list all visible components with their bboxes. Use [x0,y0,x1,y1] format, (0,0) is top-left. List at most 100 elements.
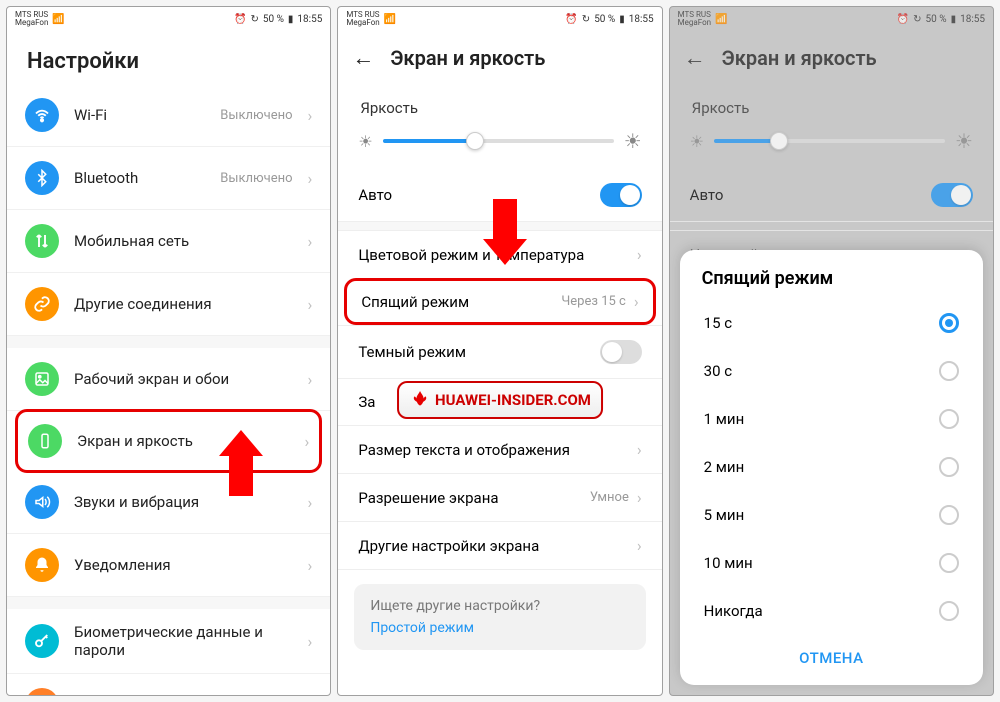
alarm-icon: ⏰ [234,14,246,25]
settings-item-bluetooth[interactable]: Bluetooth Выключено › [7,147,330,210]
option-label: 15 с [704,314,732,332]
battery-icon: ▮ [951,14,957,25]
page-title: Экран и яркость [722,46,877,70]
setting-text-size[interactable]: Размер текста и отображения › [338,425,661,473]
option-5min[interactable]: 5 мин [680,491,983,539]
item-label: Bluetooth [74,169,205,187]
sun-high-icon: ☀ [955,129,973,153]
brightness-label: Яркость [670,81,993,123]
huawei-logo-icon [409,389,431,411]
cancel-button[interactable]: ОТМЕНА [680,635,983,681]
brightness-label: Яркость [338,81,661,123]
sleep-timeout-dialog: Спящий режим 15 с 30 с 1 мин 2 мин 5 мин… [680,250,983,685]
auto-toggle[interactable] [600,183,642,207]
apps-icon [25,688,59,695]
row-label: Другие настройки экрана [358,537,629,555]
option-10min[interactable]: 10 мин [680,539,983,587]
chevron-right-icon: › [308,106,313,125]
page-title: Экран и яркость [390,46,545,70]
settings-list: Wi-Fi Выключено › Bluetooth Выключено › … [7,84,330,695]
settings-item-other-conn[interactable]: Другие соединения › [7,273,330,336]
setting-dark-mode[interactable]: Темный режим [338,325,661,378]
row-label: Темный режим [358,343,591,361]
row-value: Через 15 с [561,294,625,309]
chevron-right-icon: › [634,292,639,311]
sun-high-icon: ☀ [624,129,642,153]
sun-low-icon: ☀ [358,132,372,151]
back-button[interactable]: ← [352,45,374,71]
item-label: Биометрические данные и пароли [74,623,293,659]
option-label: 10 мин [704,554,753,572]
search-prompt: Ищете другие настройки? [370,598,629,614]
sync-icon: ↻ [250,14,258,25]
brightness-slider[interactable] [383,139,614,143]
battery-icon: ▮ [619,14,625,25]
search-link[interactable]: Простой режим [370,620,629,636]
brightness-slider[interactable] [714,139,945,143]
settings-item-biometric[interactable]: Биометрические данные и пароли › [7,609,330,674]
item-value: Выключено [220,171,292,186]
item-label: Wi-Fi [74,106,205,124]
auto-toggle[interactable] [931,183,973,207]
radio-icon [939,409,959,429]
item-value: Выключено [220,108,292,123]
option-1min[interactable]: 1 мин [680,395,983,443]
setting-sleep-mode[interactable]: Спящий режим Через 15 с › [344,278,655,325]
setting-resolution[interactable]: Разрешение экрана Умное › [338,473,661,521]
settings-item-display[interactable]: Экран и яркость › [15,409,322,473]
row-value: Умное [590,490,629,505]
radio-icon [939,505,959,525]
settings-item-notifications[interactable]: Уведомления › [7,534,330,597]
brightness-slider-row: ☀ ☀ [338,123,661,169]
dark-mode-toggle[interactable] [600,340,642,364]
phone-display-settings: MTS RUS MegaFon 📶 ⏰ ↻ 50 % ▮ 18:55 ← Экр… [337,6,662,696]
phone-settings-main: MTS RUS MegaFon 📶 ⏰ ↻ 50 % ▮ 18:55 Настр… [6,6,331,696]
watermark-text: HUAWEI-INSIDER.COM [435,391,591,409]
chevron-right-icon: › [308,493,313,512]
option-label: 1 мин [704,410,745,428]
settings-item-wifi[interactable]: Wi-Fi Выключено › [7,84,330,147]
chevron-right-icon: › [637,245,642,264]
alarm-icon: ⏰ [565,14,577,25]
item-label: Рабочий экран и обои [74,370,293,388]
sound-icon [25,485,59,519]
row-label: Разрешение экрана [358,489,582,507]
settings-item-sound[interactable]: Звуки и вибрация › [7,471,330,534]
option-2min[interactable]: 2 мин [680,443,983,491]
chevron-right-icon: › [637,488,642,507]
option-label: 5 мин [704,506,745,524]
back-button[interactable]: ← [684,45,706,71]
row-label: Размер текста и отображения [358,441,629,459]
item-label: Уведомления [74,556,293,574]
header: ← Экран и яркость [670,31,993,81]
battery-percent: 50 % [594,14,615,25]
bluetooth-icon [25,161,59,195]
settings-item-mobile[interactable]: Мобильная сеть › [7,210,330,273]
settings-item-wallpaper[interactable]: Рабочий экран и обои › [7,348,330,411]
radio-icon [939,457,959,477]
chevron-right-icon: › [305,432,310,451]
status-bar: MTS RUS MegaFon 📶 ⏰ ↻ 50 % ▮ 18:55 [670,7,993,31]
carrier-2: MegaFon [15,19,48,27]
carrier-2: MegaFon [346,19,379,27]
setting-other-display[interactable]: Другие настройки экрана › [338,521,661,570]
auto-label: Авто [690,186,724,204]
carrier-2: MegaFon [678,19,711,27]
item-label: Другие соединения [74,295,293,313]
phone-sleep-dialog: MTS RUS MegaFon 📶 ⏰ ↻ 50 % ▮ 18:55 ← Экр… [669,6,994,696]
settings-item-apps[interactable]: Приложения › [7,674,330,695]
row-label: Спящий режим [361,293,553,311]
option-15s[interactable]: 15 с [680,299,983,347]
alarm-icon: ⏰ [897,14,909,25]
auto-brightness-row[interactable]: Авто [670,169,993,222]
option-label: 30 с [704,362,732,380]
option-never[interactable]: Никогда [680,587,983,635]
header: ← Экран и яркость [338,31,661,81]
chevron-right-icon: › [637,536,642,555]
clock: 18:55 [960,14,985,25]
chevron-right-icon: › [637,440,642,459]
option-30s[interactable]: 30 с [680,347,983,395]
battery-percent: 50 % [926,14,947,25]
status-bar: MTS RUS MegaFon 📶 ⏰ ↻ 50 % ▮ 18:55 [338,7,661,31]
signal-icon: 📶 [52,14,64,25]
